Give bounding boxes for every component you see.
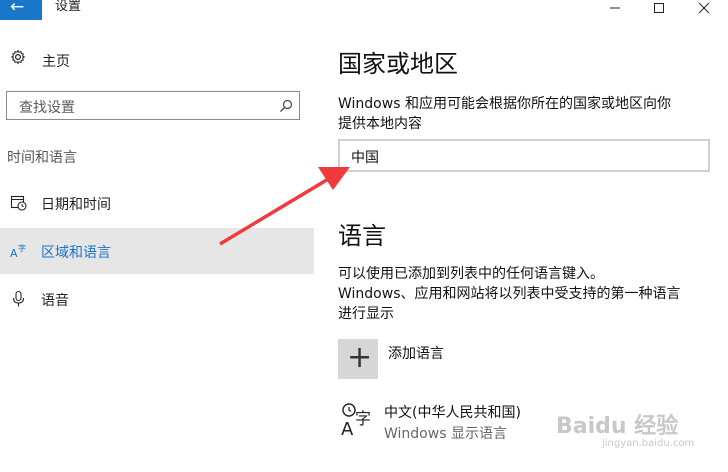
search-icon [280, 99, 293, 112]
home-label: 主页 [42, 54, 70, 70]
language-subtitle: Windows 显示语言 [384, 426, 507, 442]
calendar-clock-icon [10, 195, 27, 211]
sidebar-item-date-time[interactable]: 日期和时间 [0, 180, 314, 226]
sidebar-item-label: 区域和语言 [41, 245, 111, 261]
language-desc-line: 进行显示 [338, 306, 394, 322]
maximize-icon [654, 3, 664, 13]
country-value: 中国 [351, 150, 379, 166]
language-heading: 语言 [338, 222, 386, 250]
sidebar-item-speech[interactable]: 语音 [0, 276, 314, 322]
maximize-button[interactable] [649, 0, 669, 16]
minimize-button[interactable] [605, 0, 625, 16]
language-desc-line: Windows、应用和网站将以列表中受支持的第一种语言 [338, 286, 681, 302]
svg-text:A: A [10, 247, 18, 260]
svg-text:字: 字 [18, 243, 26, 253]
sidebar-item-label: 日期和时间 [41, 197, 111, 213]
sidebar-item-region-language[interactable]: A 字 区域和语言 [0, 228, 314, 274]
app-title: 设置 [55, 0, 82, 14]
language-name[interactable]: 中文(中华人民共和国) [384, 402, 521, 422]
svg-text:A: A [341, 419, 354, 438]
baidu-watermark-url: jingyan.baidu.com [602, 438, 695, 449]
language-icon: A 字 [341, 403, 371, 438]
language-desc-line: 可以使用已添加到列表中的任何语言键入。 [338, 266, 604, 282]
country-description: Windows 和应用可能会根据你所在的国家或地区向你 提供本地内容 [338, 94, 708, 134]
region-language-icon: A 字 [10, 243, 26, 260]
arrow-left-icon: ← [10, 0, 25, 17]
plus-icon: + [347, 340, 373, 375]
back-button[interactable]: ← [0, 0, 42, 20]
close-icon [698, 2, 710, 14]
baidu-watermark: Baidu 经验 [556, 414, 679, 439]
close-button[interactable] [694, 0, 714, 16]
svg-text:字: 字 [355, 409, 371, 428]
language-description: 可以使用已添加到列表中的任何语言键入。 Windows、应用和网站将以列表中受支… [338, 264, 710, 324]
country-dropdown[interactable]: 中国 [338, 139, 710, 172]
add-language-button[interactable]: + [338, 339, 378, 379]
search-input[interactable]: 查找设置 [6, 91, 300, 120]
microphone-icon [12, 290, 25, 307]
country-desc-line: Windows 和应用可能会根据你所在的国家或地区向你 [338, 96, 671, 112]
minimize-icon [610, 7, 620, 9]
search-placeholder: 查找设置 [19, 100, 75, 116]
country-desc-line: 提供本地内容 [338, 116, 422, 132]
sidebar-item-label: 语音 [41, 293, 69, 309]
country-heading: 国家或地区 [338, 50, 458, 78]
section-label: 时间和语言 [7, 150, 77, 166]
gear-icon [10, 49, 26, 65]
add-language-label[interactable]: 添加语言 [388, 343, 444, 363]
